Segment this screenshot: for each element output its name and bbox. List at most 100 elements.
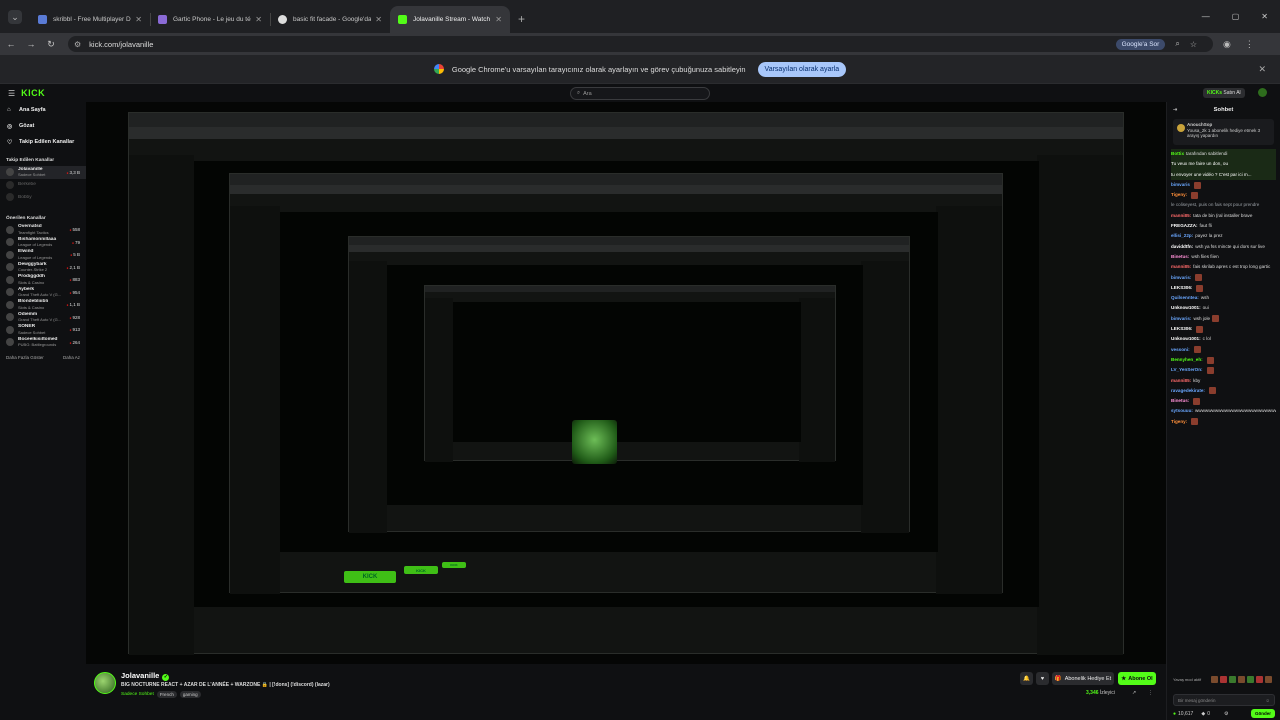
chat-settings-icon[interactable]: ⚙ <box>1224 711 1228 717</box>
chat-username[interactable]: bimvaris <box>1171 180 1190 190</box>
chat-username[interactable]: LEKS306: <box>1171 324 1192 334</box>
search-input[interactable]: ⌕ Ara <box>570 87 710 100</box>
emote-icon[interactable] <box>1229 676 1236 683</box>
back-icon[interactable]: ← <box>2 39 20 49</box>
subscribe-button[interactable]: ★ Abone Ol <box>1118 672 1156 685</box>
chat-username[interactable]: ellisi_22p: <box>1171 231 1193 241</box>
sidebar-channel-elwind[interactable]: ElwindLeague of Legends5 B <box>0 249 86 262</box>
share-icon[interactable]: ↗ <box>1132 690 1136 696</box>
emoji-picker-icon[interactable]: ☺ <box>1265 698 1270 703</box>
more-options-icon[interactable]: ⋮ <box>1148 690 1153 696</box>
gift-subscription-button[interactable]: 🎁 Abonelik Hediye Et <box>1052 672 1114 685</box>
close-window-icon[interactable]: ✕ <box>1261 12 1268 21</box>
browser-tab-2[interactable]: Gartic Phone - Le jeu du télépho ✕ <box>150 6 270 33</box>
sidebar-channel-overnatsd[interactable]: OvernatsdTeamfight Tactics558 <box>0 224 86 237</box>
chat-username[interactable]: manni85: <box>1171 262 1191 272</box>
browser-tab-1[interactable]: skribbl - Free Multiplayer Drawi ✕ <box>30 6 150 33</box>
emote-icon[interactable] <box>1220 676 1227 683</box>
chat-username[interactable]: daviddtfn: <box>1171 242 1193 252</box>
user-avatar[interactable] <box>1258 88 1267 97</box>
site-info-icon[interactable]: ⚙ <box>74 40 81 49</box>
show-more-link[interactable]: Daha Fazla Göster <box>6 355 44 360</box>
browser-tab-bar: ⌄ skribbl - Free Multiplayer Drawi ✕ Gar… <box>0 0 1280 33</box>
emote-icon[interactable] <box>1265 676 1272 683</box>
google-sor-button[interactable]: Google'a Sor <box>1115 38 1166 50</box>
chat-username[interactable]: FREGAZZA: <box>1171 221 1198 231</box>
sidebar-channel-odiemm[interactable]: OdiemmGrand Theft Auto V (G...928 <box>0 311 86 324</box>
chat-username[interactable]: Unknow1001: <box>1171 334 1201 344</box>
chat-username[interactable]: ravagedekirate: <box>1171 386 1205 396</box>
nav-following[interactable]: ♡ Takip Edilen Kanallar <box>0 134 86 150</box>
emote-icon[interactable] <box>1211 676 1218 683</box>
channel-viewers: 2,1 B <box>66 265 80 270</box>
close-icon[interactable]: ✕ <box>375 15 382 24</box>
sidebar-channel-prodiggddh[interactable]: ProdiggddhSlots & Casino883 <box>0 274 86 287</box>
chat-username[interactable]: manni85: <box>1171 376 1191 386</box>
chat-username[interactable]: Bennyhen_eh: <box>1171 355 1203 365</box>
new-tab-icon[interactable]: + <box>518 12 525 26</box>
video-player[interactable]: KICK KICK KICK <box>86 102 1166 664</box>
channel-name[interactable]: Jolavanille ✓ <box>121 671 170 681</box>
chat-username[interactable]: LEKS306: <box>1171 283 1192 293</box>
bookmark-star-icon[interactable]: ☆ <box>1190 40 1197 49</box>
chat-username[interactable]: Bottix <box>1171 149 1184 159</box>
profile-icon[interactable]: ◉ <box>1223 39 1231 50</box>
follow-heart-button[interactable]: ♥ <box>1036 672 1049 685</box>
maximize-icon[interactable]: ▢ <box>1232 12 1240 21</box>
emote-icon[interactable] <box>1247 676 1254 683</box>
tab-search-button[interactable]: ⌄ <box>8 10 22 24</box>
chat-username[interactable]: Tigeny: <box>1171 417 1187 427</box>
sidebar-channel-boceelkisiltomed[interactable]: BoceelkisiltomedPUBG: Battlegrounds264 <box>0 336 86 349</box>
hamburger-menu-icon[interactable]: ☰ <box>8 89 15 98</box>
sidebar-channel-dewggybark[interactable]: DewggybarkCounter-Strike 22,1 B <box>0 261 86 274</box>
chat-input[interactable]: Bir mesaj gönderin ☺ <box>1173 694 1275 706</box>
nav-home[interactable]: ⌂ Ana Sayfa <box>0 102 86 118</box>
tag-chip[interactable]: French <box>156 691 177 698</box>
zoom-icon[interactable]: ⌕ <box>1175 39 1179 49</box>
chat-username[interactable]: Quilsenntea: <box>1171 293 1199 303</box>
category-link[interactable]: Sadece Sohbet <box>121 692 154 697</box>
send-button[interactable]: Gönder <box>1250 709 1275 718</box>
close-icon[interactable]: ✕ <box>135 15 142 24</box>
nav-browse[interactable]: ◎ Gözat <box>0 118 86 134</box>
chat-username[interactable]: vessoni: <box>1171 345 1190 355</box>
chat-username[interactable]: manni85: <box>1171 211 1191 221</box>
channel-avatar <box>6 325 14 334</box>
show-less-link[interactable]: Daha Az <box>63 355 80 360</box>
reload-icon[interactable]: ↻ <box>42 39 60 50</box>
sidebar-channel-ayberk[interactable]: AyberkGrand Theft Auto V (G...954 <box>0 286 86 299</box>
chat-username[interactable]: Binetus: <box>1171 396 1189 406</box>
channel-avatar[interactable] <box>94 672 116 694</box>
close-icon[interactable]: ✕ <box>255 15 262 24</box>
sidebar-channel-jolavanille[interactable]: JolavanilleSadece Sohbet3,3 B <box>0 166 86 179</box>
browser-tab-4[interactable]: Jolavanille Stream - Watch Live ✕ <box>390 6 510 33</box>
collapse-chat-icon[interactable]: ⇥ <box>1173 107 1177 113</box>
mirrored-screen-level-4 <box>424 285 836 462</box>
infobar-close-icon[interactable]: ✕ <box>1258 64 1266 75</box>
menu-kebab-icon[interactable]: ⋮ <box>1245 39 1254 50</box>
buy-kicks-button[interactable]: KICKs Satın Al <box>1203 88 1245 98</box>
address-bar[interactable]: ⚙ kick.com/jolavanille Google'a Sor ⌕ ☆ <box>68 36 1213 52</box>
forward-icon[interactable]: → <box>22 39 40 49</box>
chat-username[interactable]: bimvaris: <box>1171 273 1191 283</box>
sidebar-channel-soner[interactable]: SONERSadece Sohbet913 <box>0 324 86 337</box>
sidebar-channel-blondebliiibli[interactable]: BlondebliiibliSlots & Casino1,1 B <box>0 299 86 312</box>
browser-tab-3[interactable]: basic fit facade - Google'da Ara ✕ <box>270 6 390 33</box>
close-icon[interactable]: ✕ <box>495 15 502 24</box>
chat-username[interactable]: LV_YenSerOn: <box>1171 365 1203 375</box>
set-default-button[interactable]: Varsayılan olarak ayarla <box>757 61 847 77</box>
chat-username[interactable]: sytsouuu: <box>1171 406 1193 416</box>
notification-bell-button[interactable]: 🔔 <box>1020 672 1033 685</box>
chat-username[interactable]: Binetus: <box>1171 252 1189 262</box>
sidebar-channel-berkebe[interactable]: Berkebe <box>0 179 86 192</box>
chat-username[interactable]: bimvaris: <box>1171 314 1191 324</box>
kick-logo[interactable]: KICK <box>21 88 45 98</box>
sidebar-channel-bishamonnillaaa[interactable]: BishamonnillaaaLeague of Legends79 <box>0 236 86 249</box>
chat-username[interactable]: Unknow1001: <box>1171 303 1201 313</box>
emote-icon[interactable] <box>1256 676 1263 683</box>
sidebar-channel-bobby[interactable]: Bobby <box>0 191 86 204</box>
tag-chip[interactable]: gaming <box>179 691 201 698</box>
emote-icon[interactable] <box>1238 676 1245 683</box>
chat-username[interactable]: Tigeny: <box>1171 190 1187 200</box>
minimize-icon[interactable]: — <box>1202 12 1210 21</box>
